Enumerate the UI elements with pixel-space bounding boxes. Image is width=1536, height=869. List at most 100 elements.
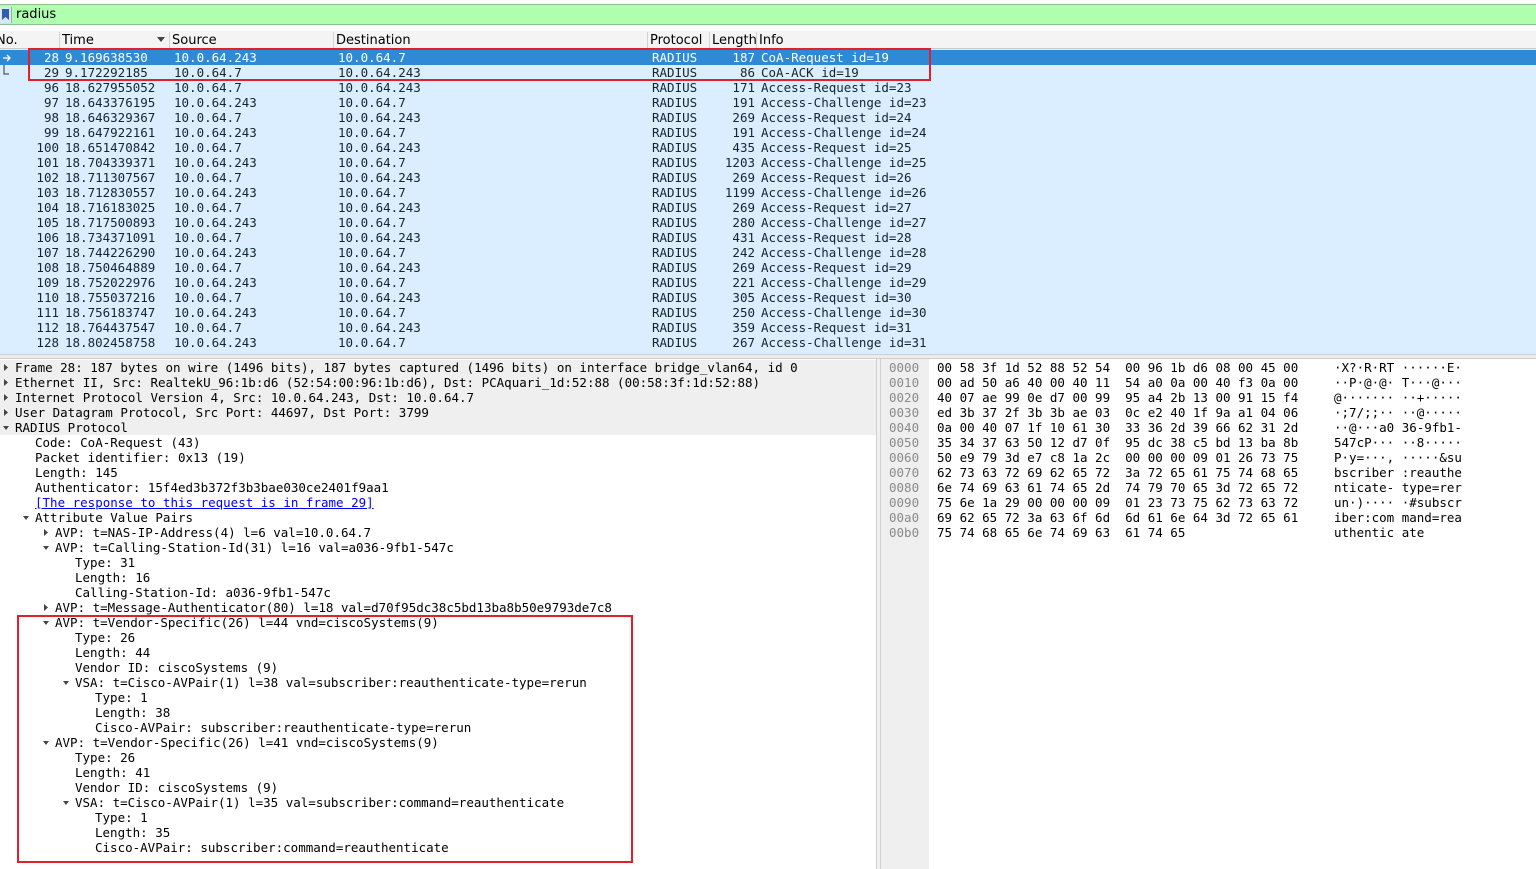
column-header-source[interactable]: Source: [170, 32, 334, 49]
expand-arrow-down-icon[interactable]: [41, 735, 51, 750]
byte-offset[interactable]: 0000: [889, 360, 919, 375]
packet-row[interactable]: 99 18.647922161 10.0.64.243 10.0.64.7 RADIUS…: [0, 125, 1536, 140]
display-filter-input[interactable]: [16, 6, 1516, 23]
ascii-bytes[interactable]: 547cP··· ··8·····: [1334, 435, 1462, 450]
hex-bytes[interactable]: 6e 74 69 63 61 74 65 2d 74 79 70 65 3d 7…: [937, 480, 1298, 495]
hex-bytes[interactable]: 00 ad 50 a6 40 00 40 11 54 a0 0a 00 40 f…: [937, 375, 1298, 390]
detail-tree-item[interactable]: Length: 44: [0, 645, 876, 660]
ascii-bytes[interactable]: bscriber :reauthe: [1334, 465, 1462, 480]
detail-tree-item[interactable]: Length: 16: [0, 570, 876, 585]
detail-tree-item[interactable]: Type: 1: [0, 690, 876, 705]
ascii-bytes[interactable]: ·X?·R·RT ······E·: [1334, 360, 1462, 375]
byte-offset[interactable]: 0050: [889, 435, 919, 450]
byte-offset[interactable]: 0080: [889, 480, 919, 495]
detail-tree-item[interactable]: User Datagram Protocol, Src Port: 44697,…: [0, 405, 876, 420]
detail-tree-item[interactable]: AVP: t=NAS-IP-Address(4) l=6 val=10.0.64…: [0, 525, 876, 540]
detail-tree-item[interactable]: Cisco-AVPair: subscriber:command=reauthe…: [0, 840, 876, 855]
packet-bytes-pane[interactable]: 0000 00 58 3f 1d 52 88 52 54 00 96 1b d6 …: [881, 359, 1536, 869]
hex-bytes[interactable]: 0a 00 40 07 1f 10 61 30 33 36 2d 39 66 6…: [937, 420, 1298, 435]
detail-tree-item[interactable]: Calling-Station-Id: a036-9fb1-547c: [0, 585, 876, 600]
ascii-bytes[interactable]: ·;7/;;·· ··@·····: [1334, 405, 1462, 420]
detail-tree-item[interactable]: Length: 41: [0, 765, 876, 780]
column-header-time[interactable]: Time: [60, 32, 170, 49]
packet-row[interactable]: 107 18.744226290 10.0.64.243 10.0.64.7 RADIU…: [0, 245, 1536, 260]
detail-tree-item[interactable]: Frame 28: 187 bytes on wire (1496 bits),…: [0, 360, 876, 375]
packet-row[interactable]: 100 18.651470842 10.0.64.7 10.0.64.243 RADIU…: [0, 140, 1536, 155]
ascii-bytes[interactable]: ··P·@·@· T···@···: [1334, 375, 1462, 390]
detail-tree-item[interactable]: Type: 26: [0, 750, 876, 765]
detail-tree-item[interactable]: Internet Protocol Version 4, Src: 10.0.6…: [0, 390, 876, 405]
byte-offset[interactable]: 0020: [889, 390, 919, 405]
hex-bytes[interactable]: 69 62 65 72 3a 63 6f 6d 6d 61 6e 64 3d 7…: [937, 510, 1298, 525]
packet-details-tree[interactable]: Frame 28: 187 bytes on wire (1496 bits),…: [0, 359, 876, 869]
packet-row[interactable]: 110 18.755037216 10.0.64.7 10.0.64.243 RADIU…: [0, 290, 1536, 305]
packet-row[interactable]: 103 18.712830557 10.0.64.243 10.0.64.7 RADIU…: [0, 185, 1536, 200]
byte-offset[interactable]: 0060: [889, 450, 919, 465]
ascii-bytes[interactable]: uthentic ate: [1334, 525, 1424, 540]
ascii-bytes[interactable]: P·y=···, ·····&su: [1334, 450, 1462, 465]
ascii-bytes[interactable]: nticate- type=rer: [1334, 480, 1462, 495]
packet-row[interactable]: 105 18.717500893 10.0.64.243 10.0.64.7 RADIU…: [0, 215, 1536, 230]
packet-row[interactable]: 128 18.802458758 10.0.64.243 10.0.64.7 RADIU…: [0, 335, 1536, 350]
ascii-bytes[interactable]: @······· ··+·····: [1334, 390, 1462, 405]
hex-bytes[interactable]: 75 74 68 65 6e 74 69 63 61 74 65: [937, 525, 1185, 540]
packet-row[interactable]: 101 18.704339371 10.0.64.243 10.0.64.7 RADIU…: [0, 155, 1536, 170]
detail-tree-item[interactable]: Type: 31: [0, 555, 876, 570]
byte-offset[interactable]: 0030: [889, 405, 919, 420]
packet-row[interactable]: 96 18.627955052 10.0.64.7 10.0.64.243 RADIUS…: [0, 80, 1536, 95]
packet-row[interactable]: 112 18.764437547 10.0.64.7 10.0.64.243 RADIU…: [0, 320, 1536, 335]
hex-bytes[interactable]: 40 07 ae 99 0e d7 00 99 95 a4 2b 13 00 9…: [937, 390, 1298, 405]
hex-bytes[interactable]: 00 58 3f 1d 52 88 52 54 00 96 1b d6 08 0…: [937, 360, 1298, 375]
expand-arrow-down-icon[interactable]: [61, 675, 71, 690]
detail-tree-item[interactable]: VSA: t=Cisco-AVPair(1) l=35 val=subscrib…: [0, 795, 876, 810]
hex-bytes[interactable]: 75 6e 1a 29 00 00 00 09 01 23 73 75 62 7…: [937, 495, 1298, 510]
packet-list[interactable]: 28 9.169638530 10.0.64.243 10.0.64.7 RADIUS 1…: [0, 49, 1536, 354]
packet-row[interactable]: 109 18.752022976 10.0.64.243 10.0.64.7 RADIU…: [0, 275, 1536, 290]
detail-tree-item[interactable]: Ethernet II, Src: RealtekU_96:1b:d6 (52:…: [0, 375, 876, 390]
detail-tree-item[interactable]: RADIUS Protocol: [0, 420, 876, 435]
packet-row[interactable]: 97 18.643376195 10.0.64.243 10.0.64.7 RADIUS…: [0, 95, 1536, 110]
detail-tree-item[interactable]: Attribute Value Pairs: [0, 510, 876, 525]
expand-arrow-right-icon[interactable]: [41, 525, 51, 540]
packet-row[interactable]: 108 18.750464889 10.0.64.7 10.0.64.243 RADIU…: [0, 260, 1536, 275]
detail-tree-item[interactable]: Vendor ID: ciscoSystems (9): [0, 660, 876, 675]
expand-arrow-down-icon[interactable]: [1, 420, 11, 435]
packet-row[interactable]: 29 9.172292185 10.0.64.7 10.0.64.243 RADIUS 8…: [0, 65, 1536, 80]
detail-tree-item[interactable]: Length: 35: [0, 825, 876, 840]
detail-tree-item[interactable]: Code: CoA-Request (43): [0, 435, 876, 450]
packet-row[interactable]: 104 18.716183025 10.0.64.7 10.0.64.243 RADIU…: [0, 200, 1536, 215]
expand-arrow-right-icon[interactable]: [1, 390, 11, 405]
ascii-bytes[interactable]: iber:com mand=rea: [1334, 510, 1462, 525]
expand-arrow-down-icon[interactable]: [41, 615, 51, 630]
column-header-length[interactable]: Length: [710, 32, 757, 49]
byte-offset[interactable]: 0090: [889, 495, 919, 510]
expand-arrow-right-icon[interactable]: [1, 360, 11, 375]
byte-offset[interactable]: 0040: [889, 420, 919, 435]
expand-arrow-down-icon[interactable]: [61, 795, 71, 810]
column-header-no[interactable]: No.: [0, 32, 60, 49]
column-header-destination[interactable]: Destination: [334, 32, 648, 49]
hex-bytes[interactable]: 62 73 63 72 69 62 65 72 3a 72 65 61 75 7…: [937, 465, 1298, 480]
byte-offset[interactable]: 0010: [889, 375, 919, 390]
ascii-bytes[interactable]: un·)···· ·#subscr: [1334, 495, 1462, 510]
column-header-protocol[interactable]: Protocol: [648, 32, 710, 49]
detail-tree-item[interactable]: Length: 38: [0, 705, 876, 720]
packet-row-selected[interactable]: 28 9.169638530 10.0.64.243 10.0.64.7 RADIUS 1…: [0, 50, 1536, 65]
detail-tree-item[interactable]: Type: 26: [0, 630, 876, 645]
packet-row[interactable]: 98 18.646329367 10.0.64.7 10.0.64.243 RADIUS…: [0, 110, 1536, 125]
detail-tree-item[interactable]: VSA: t=Cisco-AVPair(1) l=38 val=subscrib…: [0, 675, 876, 690]
bookmark-icon[interactable]: [0, 7, 12, 23]
detail-tree-item[interactable]: AVP: t=Calling-Station-Id(31) l=16 val=a…: [0, 540, 876, 555]
response-frame-link[interactable]: [The response to this request is in fram…: [35, 495, 374, 510]
detail-tree-item[interactable]: AVP: t=Message-Authenticator(80) l=18 va…: [0, 600, 876, 615]
ascii-bytes[interactable]: ··@···a0 36-9fb1-: [1334, 420, 1462, 435]
byte-offset[interactable]: 00b0: [889, 525, 919, 540]
hex-bytes[interactable]: ed 3b 37 2f 3b 3b ae 03 0c e2 40 1f 9a a…: [937, 405, 1298, 420]
hex-bytes[interactable]: 50 e9 79 3d e7 c8 1a 2c 00 00 00 09 01 2…: [937, 450, 1298, 465]
detail-tree-item[interactable]: [The response to this request is in fram…: [0, 495, 876, 510]
expand-arrow-down-icon[interactable]: [21, 510, 31, 525]
expand-arrow-down-icon[interactable]: [41, 540, 51, 555]
expand-arrow-right-icon[interactable]: [41, 600, 51, 615]
detail-tree-item[interactable]: Authenticator: 15f4ed3b372f3b3bae030ce24…: [0, 480, 876, 495]
packet-row[interactable]: 102 18.711307567 10.0.64.7 10.0.64.243 RADIU…: [0, 170, 1536, 185]
